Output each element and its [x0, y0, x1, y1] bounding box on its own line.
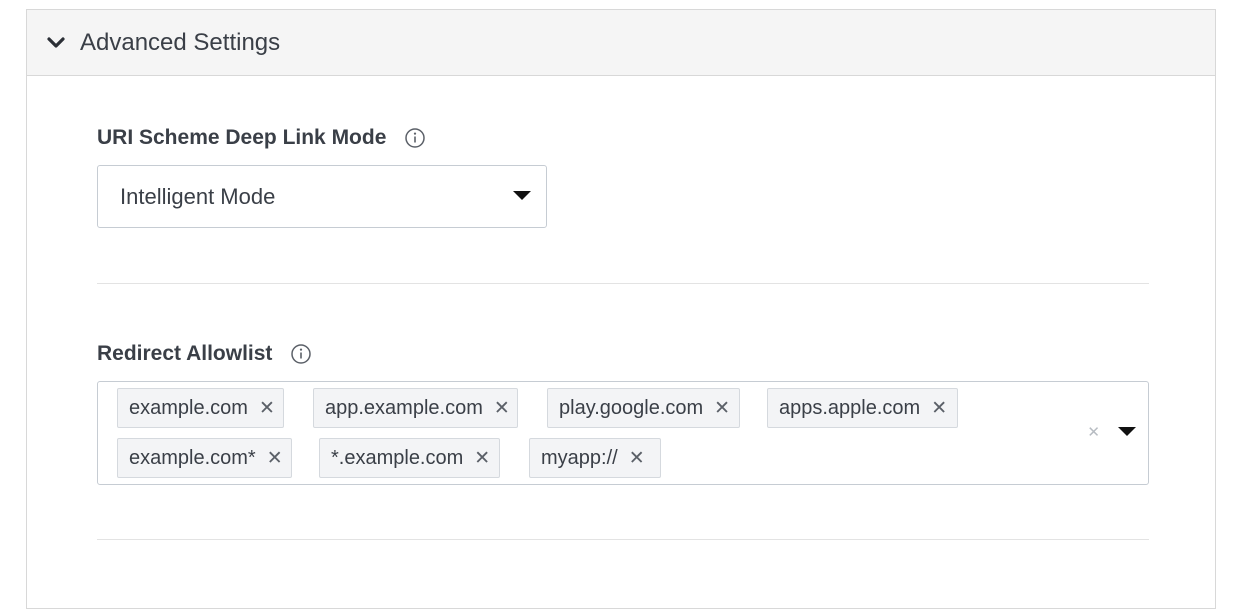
tag-label: example.com*	[129, 446, 256, 469]
remove-tag-icon[interactable]: ✕	[494, 399, 510, 418]
deep-link-mode-value: Intelligent Mode	[120, 183, 276, 209]
deep-link-mode-label: URI Scheme Deep Link Mode	[97, 126, 426, 150]
remove-tag-icon[interactable]: ✕	[931, 399, 947, 418]
allowlist-tag: *.example.com ✕	[319, 438, 500, 478]
tag-label: example.com	[129, 396, 248, 419]
allowlist-tag: example.com* ✕	[117, 438, 292, 478]
deep-link-mode-label-text: URI Scheme Deep Link Mode	[97, 126, 387, 149]
redirect-allowlist-label: Redirect Allowlist	[97, 342, 312, 366]
tag-label: app.example.com	[325, 396, 483, 419]
remove-tag-icon[interactable]: ✕	[629, 449, 645, 468]
info-icon[interactable]	[290, 343, 312, 365]
allowlist-tag: myapp:// ✕	[529, 438, 661, 478]
redirect-allowlist-input[interactable]: example.com ✕ app.example.com ✕ play.goo…	[97, 381, 1149, 485]
caret-down-icon	[513, 191, 531, 200]
tag-label: apps.apple.com	[779, 396, 921, 419]
redirect-allowlist-label-text: Redirect Allowlist	[97, 342, 273, 365]
allowlist-tag: example.com ✕	[117, 388, 284, 428]
remove-tag-icon[interactable]: ✕	[259, 399, 275, 418]
chevron-down-icon	[47, 36, 65, 48]
info-icon[interactable]	[404, 127, 426, 149]
tag-label: play.google.com	[559, 396, 704, 419]
remove-tag-icon[interactable]: ✕	[474, 449, 490, 468]
allowlist-tag: apps.apple.com ✕	[767, 388, 958, 428]
tag-label: myapp://	[541, 446, 618, 469]
section-title: Advanced Settings	[80, 28, 281, 56]
tag-label: *.example.com	[331, 446, 464, 469]
advanced-settings-panel: Advanced Settings URI Scheme Deep Link M…	[26, 9, 1216, 609]
section-divider	[97, 283, 1149, 284]
clear-all-icon[interactable]: ✕	[1087, 423, 1100, 441]
caret-down-icon[interactable]	[1118, 427, 1136, 436]
deep-link-mode-select[interactable]: Intelligent Mode	[97, 165, 547, 228]
remove-tag-icon[interactable]: ✕	[267, 449, 283, 468]
allowlist-tag: play.google.com ✕	[547, 388, 740, 428]
section-divider	[97, 539, 1149, 540]
remove-tag-icon[interactable]: ✕	[714, 399, 730, 418]
advanced-settings-header[interactable]: Advanced Settings	[27, 10, 1215, 76]
allowlist-tag: app.example.com ✕	[313, 388, 518, 428]
